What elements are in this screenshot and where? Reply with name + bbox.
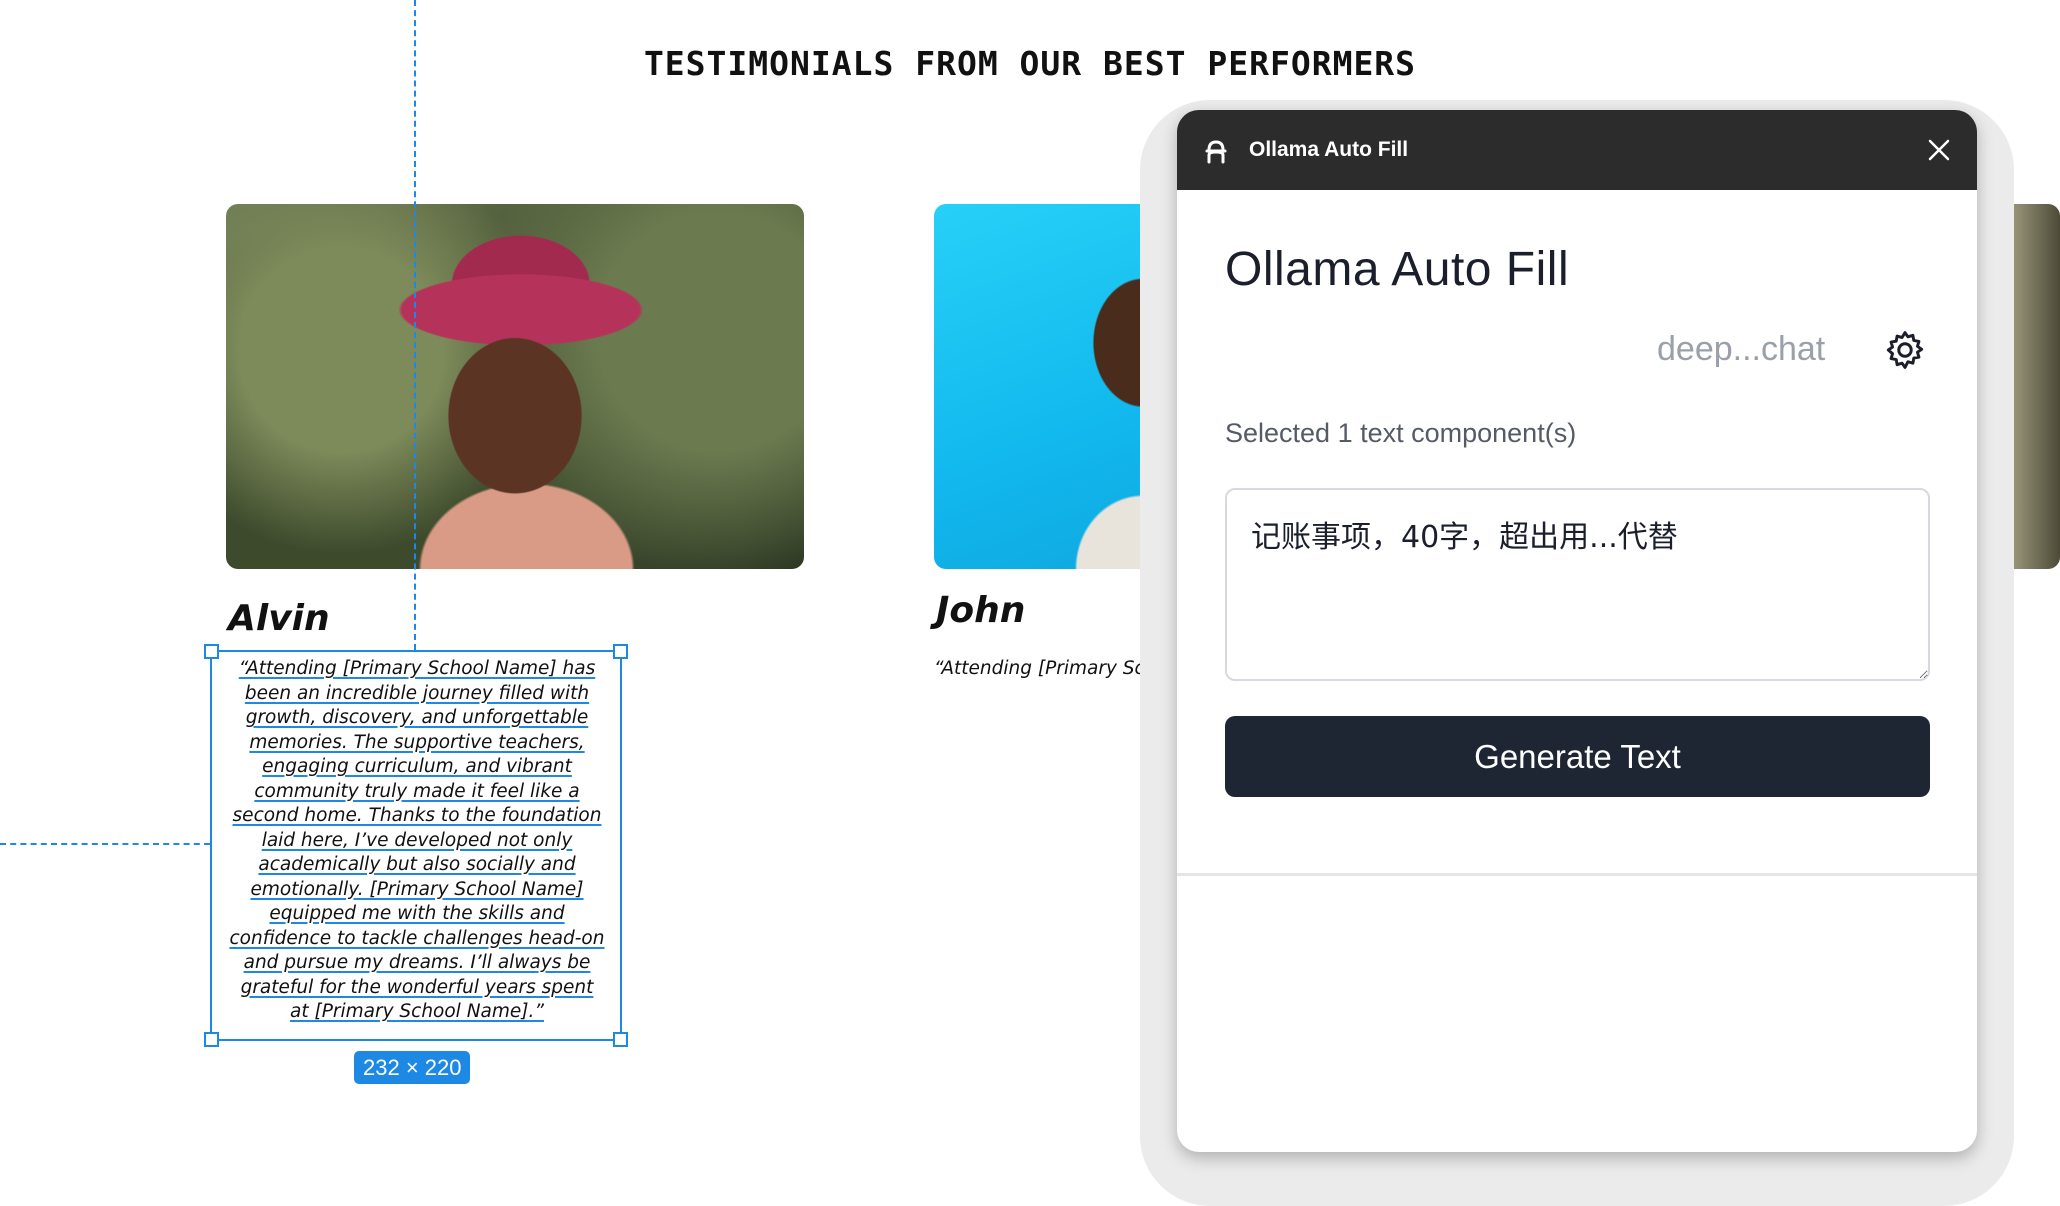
testimonial-name-alvin[interactable]: Alvin [228, 598, 330, 639]
testimonial-photo-alvin[interactable] [226, 204, 804, 569]
resize-handle-bottom-right[interactable] [613, 1032, 628, 1047]
selection-box[interactable] [204, 644, 628, 1047]
prompt-input[interactable]: 记账事项，40字，超出用...代替 [1225, 488, 1930, 681]
resize-handle-top-right[interactable] [613, 644, 628, 659]
model-label: deep...chat [1657, 330, 1826, 368]
section-title: TESTIMONIALS FROM OUR BEST PERFORMERS [643, 44, 1417, 83]
alignment-guide-vertical [414, 0, 416, 650]
resize-handle-bottom-left[interactable] [204, 1032, 219, 1047]
selection-status: Selected 1 text component(s) [1225, 418, 1577, 448]
testimonial-name-john[interactable]: John [936, 590, 1025, 631]
plugin-header[interactable]: Ollama Auto Fill [1177, 110, 1977, 190]
plugin-window-title: Ollama Auto Fill [1249, 138, 1409, 161]
alignment-guide-horizontal [0, 843, 210, 845]
close-icon[interactable] [1925, 136, 1953, 164]
plugin-window: Ollama Auto Fill Ollama Auto Fill deep..… [1177, 110, 1977, 1152]
design-canvas[interactable]: TESTIMONIALS FROM OUR BEST PERFORMERS Al… [0, 0, 2060, 1206]
plugin-body: Ollama Auto Fill deep...chat Selected 1 … [1177, 190, 1977, 876]
ollama-logo-icon [1205, 140, 1227, 164]
generate-text-button[interactable]: Generate Text [1225, 716, 1930, 797]
resize-handle-top-left[interactable] [204, 644, 219, 659]
plugin-title: Ollama Auto Fill [1225, 243, 1570, 296]
gear-icon[interactable] [1883, 328, 1927, 372]
selection-size-badge: 232 × 220 [354, 1051, 471, 1084]
